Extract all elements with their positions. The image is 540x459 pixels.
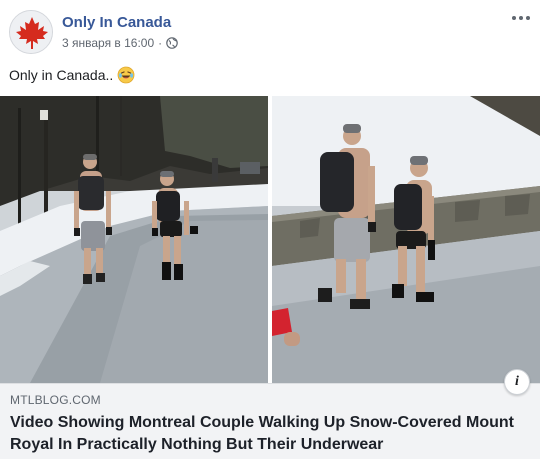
video-thumbnail [0, 96, 540, 383]
maple-leaf-icon [10, 11, 52, 53]
laughing-crying-emoji-icon [117, 66, 135, 84]
post-header: Only In Canada 3 января в 16:00 · [0, 0, 540, 62]
link-headline[interactable]: Video Showing Montreal Couple Walking Up… [10, 412, 530, 456]
page-name-link[interactable]: Only In Canada [62, 14, 171, 31]
link-preview[interactable]: MTLBLOG.COM Video Showing Montreal Coupl… [0, 383, 540, 459]
more-options-icon[interactable] [510, 10, 532, 26]
post-message: Only in Canada.. [9, 67, 114, 83]
more-dot [519, 16, 523, 20]
more-dot [526, 16, 530, 20]
link-domain: MTLBLOG.COM [10, 393, 101, 407]
post-timestamp[interactable]: 3 января в 16:00 [62, 36, 154, 50]
meta-separator: · [158, 36, 163, 50]
info-icon[interactable]: i [504, 369, 530, 395]
right-photo-panel [272, 96, 540, 383]
shared-link-image[interactable] [0, 96, 540, 383]
globe-icon[interactable] [166, 37, 178, 49]
post-text: Only in Canada.. [9, 66, 135, 84]
page-avatar[interactable] [9, 10, 53, 54]
left-photo-panel [0, 96, 268, 383]
post-meta: 3 января в 16:00 · [62, 36, 178, 50]
more-dot [512, 16, 516, 20]
